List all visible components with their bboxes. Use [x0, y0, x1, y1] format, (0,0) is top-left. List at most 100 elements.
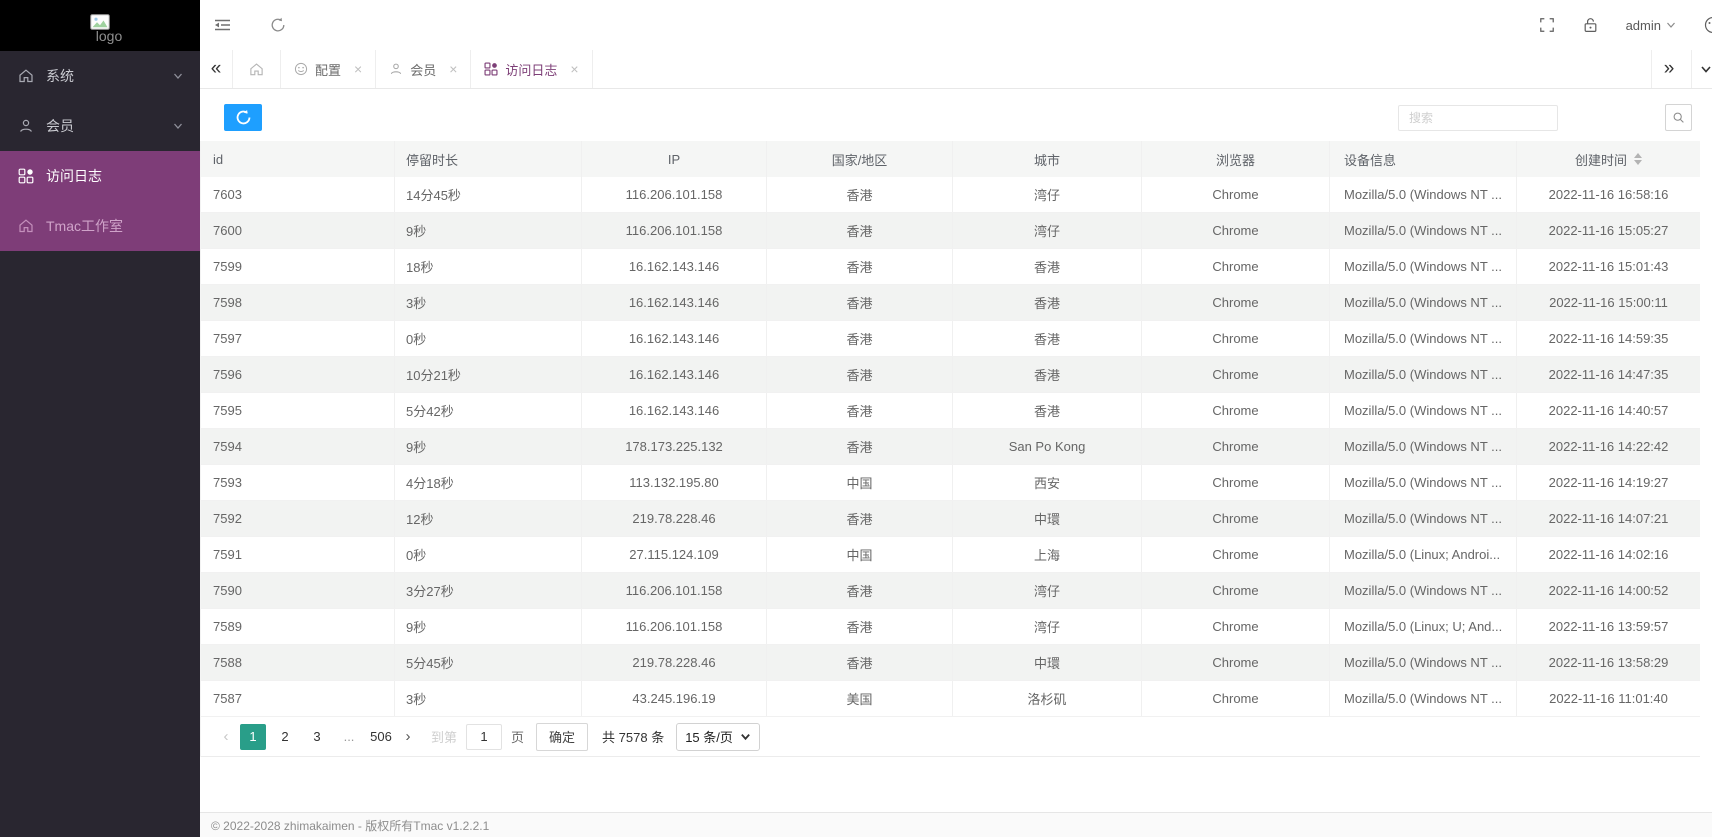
table-cell: 香港: [767, 573, 953, 608]
tabs-menu-icon[interactable]: [1691, 50, 1712, 88]
table-cell: Mozilla/5.0 (Windows NT ...: [1330, 357, 1517, 392]
table-cell: 7594: [201, 429, 395, 464]
table-cell: 2022-11-16 14:47:35: [1517, 357, 1700, 392]
table-cell: 7589: [201, 609, 395, 644]
page-button-506[interactable]: 506: [368, 724, 394, 750]
tab-config[interactable]: 配置 ×: [281, 50, 376, 88]
close-icon[interactable]: ×: [354, 62, 362, 76]
table-row: 7594 9秒 178.173.225.132 香港 San Po Kong C…: [201, 429, 1700, 465]
pagination-ellipsis: ...: [336, 724, 362, 750]
table-cell: Chrome: [1142, 609, 1330, 644]
refresh-page-icon[interactable]: [270, 17, 286, 33]
table-cell: 9秒: [395, 213, 582, 248]
table-cell: Mozilla/5.0 (Windows NT ...: [1330, 393, 1517, 428]
tab-label: 访问日志: [505, 60, 557, 79]
goto-page-input[interactable]: [466, 724, 502, 750]
table-cell: 7600: [201, 213, 395, 248]
table-cell: 香港: [767, 393, 953, 428]
table-cell: 香港: [767, 213, 953, 248]
logo: logo: [78, 14, 122, 44]
tab-bar: « 配置 ×: [200, 50, 1712, 89]
table-cell: 香港: [953, 393, 1142, 428]
tabs: 配置 × 会员 ×: [232, 50, 593, 88]
table-cell: 7599: [201, 249, 395, 284]
access-log-table: id 停留时长 IP 国家/地区 城市 浏览器 设备信息 创建时间 7603: [200, 141, 1700, 757]
sidebar-item-system[interactable]: 系统: [0, 51, 200, 101]
table-row: 7595 5分42秒 16.162.143.146 香港 香港 Chrome M…: [201, 393, 1700, 429]
table-cell: Mozilla/5.0 (Windows NT ...: [1330, 177, 1517, 212]
collapse-sidebar-icon[interactable]: [213, 17, 232, 33]
table-cell: Mozilla/5.0 (Windows NT ...: [1330, 465, 1517, 500]
table-cell: 香港: [767, 357, 953, 392]
goto-confirm-button[interactable]: 确定: [536, 723, 588, 751]
table-cell: 7597: [201, 321, 395, 356]
app: logo 系统 会员: [0, 0, 1712, 837]
home-icon: [18, 218, 34, 234]
tabs-scroll-left-icon[interactable]: «: [200, 50, 232, 88]
table-cell: 湾仔: [953, 573, 1142, 608]
search-icon: [1672, 110, 1685, 125]
page-size-value: 15 条/页: [685, 727, 733, 746]
table-cell: Mozilla/5.0 (Windows NT ...: [1330, 213, 1517, 248]
page-button-1[interactable]: 1: [240, 724, 266, 750]
top-bar: admin: [200, 0, 1712, 50]
refresh-icon: [235, 109, 252, 126]
table-cell: 中国: [767, 465, 953, 500]
page-size-select[interactable]: 15 条/页: [676, 723, 760, 751]
page-button-3[interactable]: 3: [304, 724, 330, 750]
chevron-down-icon: [1666, 20, 1676, 30]
table-cell: 湾仔: [953, 177, 1142, 212]
theme-palette-icon[interactable]: [1704, 16, 1712, 34]
chevron-down-icon: [740, 731, 751, 742]
table-cell: 178.173.225.132: [582, 429, 767, 464]
close-icon[interactable]: ×: [570, 62, 578, 76]
tab-access-log[interactable]: 访问日志 ×: [471, 50, 592, 88]
table-cell: 0秒: [395, 537, 582, 572]
search-button[interactable]: [1665, 104, 1692, 131]
sidebar-item-access-log[interactable]: 访问日志: [0, 151, 200, 201]
close-icon[interactable]: ×: [449, 62, 457, 76]
fullscreen-icon[interactable]: [1539, 17, 1555, 33]
tab-home[interactable]: [233, 50, 281, 88]
sort-icon[interactable]: [1634, 153, 1642, 165]
table-cell: 219.78.228.46: [582, 645, 767, 680]
logo-alt-text: logo: [96, 28, 122, 44]
table-cell: 7587: [201, 681, 395, 716]
table-cell: 14分45秒: [395, 177, 582, 212]
sidebar-item-tmac-studio[interactable]: Tmac工作室: [0, 201, 200, 251]
table-cell: 香港: [953, 321, 1142, 356]
pagination-pages: 123...506: [237, 724, 397, 750]
table-cell: Chrome: [1142, 429, 1330, 464]
table-cell: 中環: [953, 501, 1142, 536]
user-menu[interactable]: admin: [1626, 18, 1676, 33]
table-cell: 43.245.196.19: [582, 681, 767, 716]
search-input[interactable]: [1398, 105, 1558, 131]
table-cell: Chrome: [1142, 177, 1330, 212]
prev-page-icon[interactable]: ‹: [215, 728, 237, 745]
table-cell: 16.162.143.146: [582, 285, 767, 320]
tabs-scroll-right-icon[interactable]: »: [1651, 50, 1686, 88]
table-cell: 16.162.143.146: [582, 357, 767, 392]
table-cell: 2022-11-16 14:07:21: [1517, 501, 1700, 536]
home-icon: [18, 68, 34, 84]
user-icon: [389, 62, 403, 76]
table-row: 7590 3分27秒 116.206.101.158 香港 湾仔 Chrome …: [201, 573, 1700, 609]
tab-member[interactable]: 会员 ×: [376, 50, 471, 88]
sidebar-item-member[interactable]: 会员: [0, 101, 200, 151]
lock-icon[interactable]: [1583, 17, 1598, 33]
chevron-down-icon: [1700, 63, 1712, 75]
table-cell: 香港: [953, 249, 1142, 284]
sidebar-item-label: 会员: [46, 116, 74, 136]
table-cell: 7595: [201, 393, 395, 428]
table-cell: 香港: [767, 609, 953, 644]
table-cell: 2022-11-16 14:00:52: [1517, 573, 1700, 608]
column-header-created: 创建时间: [1517, 141, 1700, 177]
table-cell: Chrome: [1142, 501, 1330, 536]
page-button-2[interactable]: 2: [272, 724, 298, 750]
table-cell: 16.162.143.146: [582, 321, 767, 356]
next-page-icon[interactable]: ›: [397, 728, 419, 745]
content: id 停留时长 IP 国家/地区 城市 浏览器 设备信息 创建时间 7603: [200, 89, 1712, 837]
table-cell: 7592: [201, 501, 395, 536]
refresh-table-button[interactable]: [224, 104, 262, 131]
table-cell: 2022-11-16 13:59:57: [1517, 609, 1700, 644]
